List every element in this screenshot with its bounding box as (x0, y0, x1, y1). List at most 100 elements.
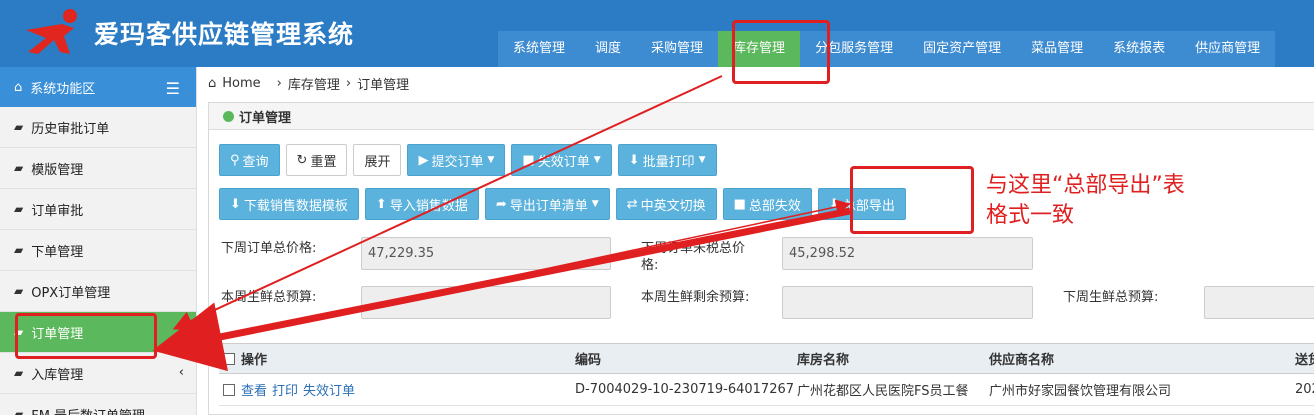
column-header-actions[interactable]: 操作 (241, 349, 575, 368)
caret-down-icon: ▼ (698, 155, 706, 165)
import-sales-button[interactable]: ⬆ 导入销售数据 (364, 188, 479, 220)
search-icon: ⚲ (230, 152, 240, 168)
sidebar: ⌂ 系统功能区 ☰ ▰ 历史审批订单 ▰ 模版管理 ▰ 订单审批 ▰ 下单管理 … (0, 67, 197, 415)
order-panel: 订单管理 ⚲ 查询 ↻ 重置 展开 ▶ 提交订单 ▼ ■ 失效订单 ▼ ⬇ 批量打印 ▼ ⬇ 下载… (208, 102, 1314, 415)
annotation-box-order-management (15, 313, 157, 359)
next-week-budget-field[interactable] (1204, 286, 1314, 319)
square-icon: ■ (522, 152, 535, 168)
sidebar-item-label: 下单管理 (31, 244, 84, 260)
breadcrumb: ⌂ Home › 库存管理 › 订单管理 (208, 74, 409, 93)
expand-button[interactable]: 展开 (353, 144, 402, 176)
button-label: 下载销售数据模板 (243, 198, 348, 214)
breadcrumb-inventory[interactable]: 库存管理 (288, 74, 340, 93)
row-supplier: 广州市好家园餐饮管理有限公司 (989, 384, 1172, 399)
column-header-delivery[interactable]: 送货 (1295, 349, 1314, 368)
annotation-box-inventory-nav (732, 20, 830, 84)
folder-icon: ▰ (14, 407, 24, 415)
sidebar-header-label: 系统功能区 (30, 81, 96, 97)
row-code: D-7004029-10-230719-64017267 (575, 382, 795, 397)
breadcrumb-separator: › (345, 76, 352, 91)
caret-down-icon: ▼ (591, 199, 599, 209)
column-header-code[interactable]: 编码 (575, 349, 797, 368)
hq-invalidate-button[interactable]: ■ 总部失效 (722, 188, 812, 220)
caret-down-icon: ▼ (487, 155, 495, 165)
row-actions: 查看 打印 失效订单 (241, 380, 575, 399)
nav-item-system[interactable]: 系统管理 (498, 31, 580, 67)
caret-down-icon: ▼ (593, 155, 601, 165)
table-row: 查看 打印 失效订单 D-7004029-10-230719-64017267 广州… (219, 374, 1314, 406)
search-button[interactable]: ⚲ 查询 (219, 144, 280, 176)
button-label: 中英文切换 (640, 198, 706, 214)
download-template-button[interactable]: ⬇ 下载销售数据模板 (219, 188, 359, 220)
breadcrumb-home[interactable]: Home (222, 76, 260, 91)
invalidate-link[interactable]: 失效订单 (303, 384, 355, 399)
column-header-supplier[interactable]: 供应商名称 (989, 349, 1295, 368)
reset-button[interactable]: ↻ 重置 (285, 144, 348, 176)
table-header: 操作 编码 库房名称 供应商名称 送货 (219, 343, 1314, 374)
column-header-warehouse[interactable]: 库房名称 (797, 349, 989, 368)
top-nav: 系统管理 调度 采购管理 库存管理 分包服务管理 固定资产管理 菜品管理 系统报… (498, 31, 1276, 67)
view-link[interactable]: 查看 (241, 384, 267, 399)
this-week-remaining-label: 本周生鲜剩余预算: (641, 290, 750, 305)
this-week-budget-label: 本周生鲜总预算: (221, 290, 317, 305)
menu-toggle-icon[interactable]: ☰ (166, 79, 180, 98)
this-week-budget-field[interactable] (361, 286, 611, 319)
export-order-list-dropdown[interactable]: ➦ 导出订单清单 ▼ (484, 188, 610, 220)
toolbar-row-2: ⬇ 下载销售数据模板 ⬆ 导入销售数据 ➦ 导出订单清单 ▼ ⇄ 中英文切换 ■ 总部失效 … (219, 188, 906, 220)
annotation-note: 与这里“总部导出”表格式一致 (986, 173, 1185, 228)
sidebar-item-order-approval[interactable]: ▰ 订单审批 (0, 189, 196, 230)
batch-print-dropdown[interactable]: ⬇ 批量打印 ▼ (617, 144, 717, 176)
nav-item-supplier[interactable]: 供应商管理 (1180, 31, 1275, 67)
sidebar-item-fm-order[interactable]: ▰ FM 最后数订单管理 (0, 394, 196, 415)
sidebar-item-place-order[interactable]: ▰ 下单管理 (0, 230, 196, 271)
sidebar-item-label: 订单审批 (31, 203, 84, 219)
button-label: 总部失效 (748, 198, 801, 214)
submit-order-dropdown[interactable]: ▶ 提交订单 ▼ (407, 144, 506, 176)
globe-icon (223, 110, 234, 122)
this-week-remaining-field[interactable] (782, 286, 1033, 319)
language-switch-button[interactable]: ⇄ 中英文切换 (615, 188, 717, 220)
sidebar-item-template[interactable]: ▰ 模版管理 (0, 148, 196, 189)
folder-icon: ▰ (14, 202, 24, 216)
download-icon: ⬇ (828, 196, 840, 212)
sidebar-item-label: 模版管理 (31, 162, 84, 178)
panel-header: 订单管理 (209, 103, 1314, 130)
breadcrumb-separator: › (276, 76, 282, 91)
sidebar-item-label: 入库管理 (31, 367, 84, 383)
refresh-icon: ↻ (296, 152, 308, 168)
sidebar-item-history-approval[interactable]: ▰ 历史审批订单 (0, 107, 196, 148)
play-icon: ▶ (418, 152, 429, 168)
next-week-untaxed-field[interactable]: 45,298.52 (782, 237, 1033, 270)
next-week-total-field[interactable]: 47,229.35 (361, 237, 611, 270)
app-header: 爱玛客供应链管理系统 系统管理 调度 采购管理 库存管理 分包服务管理 固定资产… (0, 0, 1314, 67)
home-icon: ⌂ (208, 76, 217, 91)
sidebar-header: ⌂ 系统功能区 ☰ (0, 67, 196, 107)
logo: 爱玛客供应链管理系统 (22, 8, 354, 58)
nav-item-fixed-assets[interactable]: 固定资产管理 (908, 31, 1016, 67)
download-icon: ⬇ (230, 196, 241, 212)
row-checkbox[interactable] (223, 383, 235, 396)
sidebar-item-label: 历史审批订单 (31, 121, 110, 137)
sidebar-item-inbound[interactable]: ▰ 入库管理 ‹ (0, 353, 196, 394)
invalidate-order-dropdown[interactable]: ■ 失效订单 ▼ (511, 144, 612, 176)
select-all-checkbox[interactable] (223, 352, 235, 365)
row-delivery: 202 (1295, 382, 1314, 397)
sidebar-item-opx-order[interactable]: ▰ OPX订单管理 (0, 271, 196, 312)
nav-item-dispatch[interactable]: 调度 (580, 31, 636, 67)
button-label: 查询 (242, 154, 269, 170)
folder-icon: ▰ (14, 120, 24, 134)
button-label: 提交订单 (431, 154, 484, 170)
share-icon: ➦ (495, 196, 507, 212)
next-week-total-label: 下周订单总价格: (221, 241, 317, 256)
next-week-budget-label: 下周生鲜总预算: (1063, 290, 1159, 305)
nav-item-dishes[interactable]: 菜品管理 (1016, 31, 1098, 67)
home-icon: ⌂ (14, 79, 23, 95)
folder-icon: ▰ (14, 243, 24, 257)
button-label: 导入销售数据 (389, 198, 468, 214)
logo-icon (26, 9, 77, 54)
folder-icon: ▰ (14, 161, 24, 175)
nav-item-purchase[interactable]: 采购管理 (636, 31, 718, 67)
swap-icon: ⇄ (626, 196, 638, 212)
nav-item-reports[interactable]: 系统报表 (1098, 31, 1180, 67)
print-link[interactable]: 打印 (272, 384, 298, 399)
